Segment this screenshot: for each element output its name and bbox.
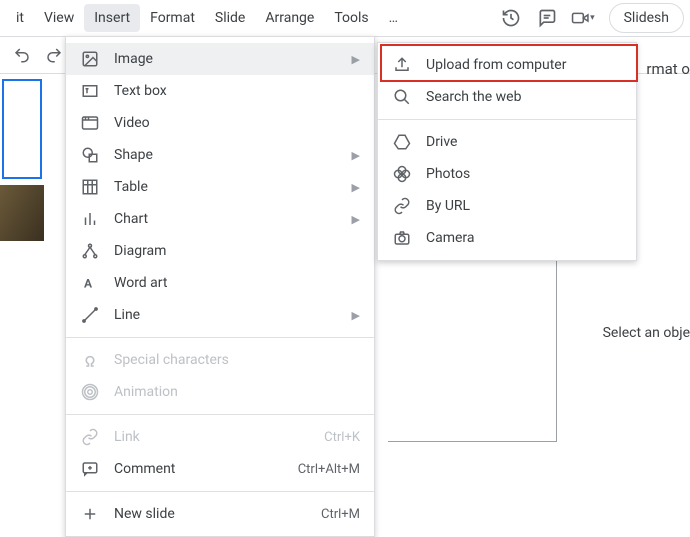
chevron-right-icon: ▶ — [352, 53, 360, 66]
menu-tools[interactable]: Tools — [324, 4, 378, 32]
insert-dropdown: Image ▶ Text box Video Shape ▶ Table ▶ C… — [65, 36, 375, 537]
chevron-right-icon: ▶ — [352, 309, 360, 322]
redo-icon[interactable] — [42, 43, 66, 67]
submenu-label: Photos — [426, 166, 470, 182]
menuitem-label: Word art — [114, 275, 360, 291]
menuitem-label: New slide — [114, 506, 321, 522]
menuitem-table[interactable]: Table ▶ — [66, 171, 374, 203]
menu-overflow[interactable]: … — [379, 4, 408, 32]
shortcut: Ctrl+Alt+M — [298, 462, 360, 477]
plus-icon — [80, 504, 100, 524]
menuitem-label: Animation — [114, 384, 360, 400]
submenu-label: By URL — [426, 198, 470, 214]
chevron-right-icon: ▶ — [352, 181, 360, 194]
menuitem-link: Link Ctrl+K — [66, 421, 374, 453]
menuitem-video[interactable]: Video — [66, 107, 374, 139]
comment-icon — [80, 459, 100, 479]
svg-text:A: A — [84, 277, 93, 291]
thumbnail-1[interactable] — [2, 79, 42, 179]
menuitem-chart[interactable]: Chart ▶ — [66, 203, 374, 235]
menubar: it View Insert Format Slide Arrange Tool… — [0, 0, 690, 37]
history-icon[interactable] — [499, 6, 523, 30]
menu-arrange[interactable]: Arrange — [255, 4, 324, 32]
chevron-right-icon: ▶ — [352, 149, 360, 162]
animation-icon — [80, 382, 100, 402]
select-object-hint: Select an obje — [603, 325, 690, 341]
image-icon — [80, 49, 100, 69]
url-icon — [392, 196, 412, 216]
submenu-label: Upload from computer — [426, 57, 566, 73]
menu-format[interactable]: Format — [140, 4, 205, 32]
menuitem-label: Shape — [114, 147, 352, 163]
menuitem-wordart[interactable]: A Word art — [66, 267, 374, 299]
menuitem-textbox[interactable]: Text box — [66, 75, 374, 107]
menuitem-label: Link — [114, 429, 324, 445]
special-chars-icon — [80, 350, 100, 370]
video-icon — [80, 113, 100, 133]
menuitem-label: Video — [114, 115, 360, 131]
menuitem-label: Table — [114, 179, 352, 195]
diagram-icon — [80, 241, 100, 261]
shortcut: Ctrl+K — [324, 430, 360, 445]
submenu-camera[interactable]: Camera — [378, 222, 636, 254]
slide-thumbnails — [0, 75, 48, 241]
menuitem-label: Chart — [114, 211, 352, 227]
menuitem-new-slide[interactable]: New slide Ctrl+M — [66, 498, 374, 530]
menuitem-label: Comment — [114, 461, 298, 477]
chart-icon — [80, 209, 100, 229]
textbox-icon — [80, 81, 100, 101]
menuitem-label: Special characters — [114, 352, 360, 368]
menuitem-image[interactable]: Image ▶ — [66, 43, 374, 75]
menuitem-diagram[interactable]: Diagram — [66, 235, 374, 267]
menuitem-shape[interactable]: Shape ▶ — [66, 139, 374, 171]
submenu-photos[interactable]: Photos — [378, 158, 636, 190]
image-submenu: Upload from computer Search the web Driv… — [377, 42, 637, 261]
menuitem-label: Diagram — [114, 243, 360, 259]
table-icon — [80, 177, 100, 197]
wordart-icon: A — [80, 273, 100, 293]
link-icon — [80, 427, 100, 447]
undo-icon[interactable] — [10, 43, 34, 67]
menuitem-animation: Animation — [66, 376, 374, 408]
search-icon — [392, 87, 412, 107]
camera-icon — [392, 228, 412, 248]
menuitem-line[interactable]: Line ▶ — [66, 299, 374, 331]
meet-icon[interactable]: ▾ — [571, 6, 595, 30]
submenu-label: Drive — [426, 134, 457, 150]
menuitem-special-characters: Special characters — [66, 344, 374, 376]
line-icon — [80, 305, 100, 325]
shape-icon — [80, 145, 100, 165]
submenu-label: Search the web — [426, 89, 521, 105]
submenu-label: Camera — [426, 230, 475, 246]
chevron-right-icon: ▶ — [352, 213, 360, 226]
submenu-drive[interactable]: Drive — [378, 126, 636, 158]
menu-insert[interactable]: Insert — [84, 4, 140, 32]
menu-slide[interactable]: Slide — [205, 4, 255, 32]
menuitem-label: Line — [114, 307, 352, 323]
menu-view[interactable]: View — [34, 4, 84, 32]
photos-icon — [392, 164, 412, 184]
comments-icon[interactable] — [535, 6, 559, 30]
upload-icon — [392, 55, 412, 75]
format-options-hint: rmat o — [646, 60, 690, 78]
drive-icon — [392, 132, 412, 152]
thumbnail-2[interactable] — [0, 185, 44, 241]
menuitem-comment[interactable]: Comment Ctrl+Alt+M — [66, 453, 374, 485]
submenu-byurl[interactable]: By URL — [378, 190, 636, 222]
menuitem-label: Text box — [114, 83, 360, 99]
shortcut: Ctrl+M — [321, 507, 360, 522]
menu-edit[interactable]: it — [6, 4, 34, 32]
submenu-upload[interactable]: Upload from computer — [378, 49, 636, 81]
slideshow-button[interactable]: Slidesh — [609, 3, 684, 33]
submenu-search-web[interactable]: Search the web — [378, 81, 636, 113]
menuitem-label: Image — [114, 51, 352, 67]
